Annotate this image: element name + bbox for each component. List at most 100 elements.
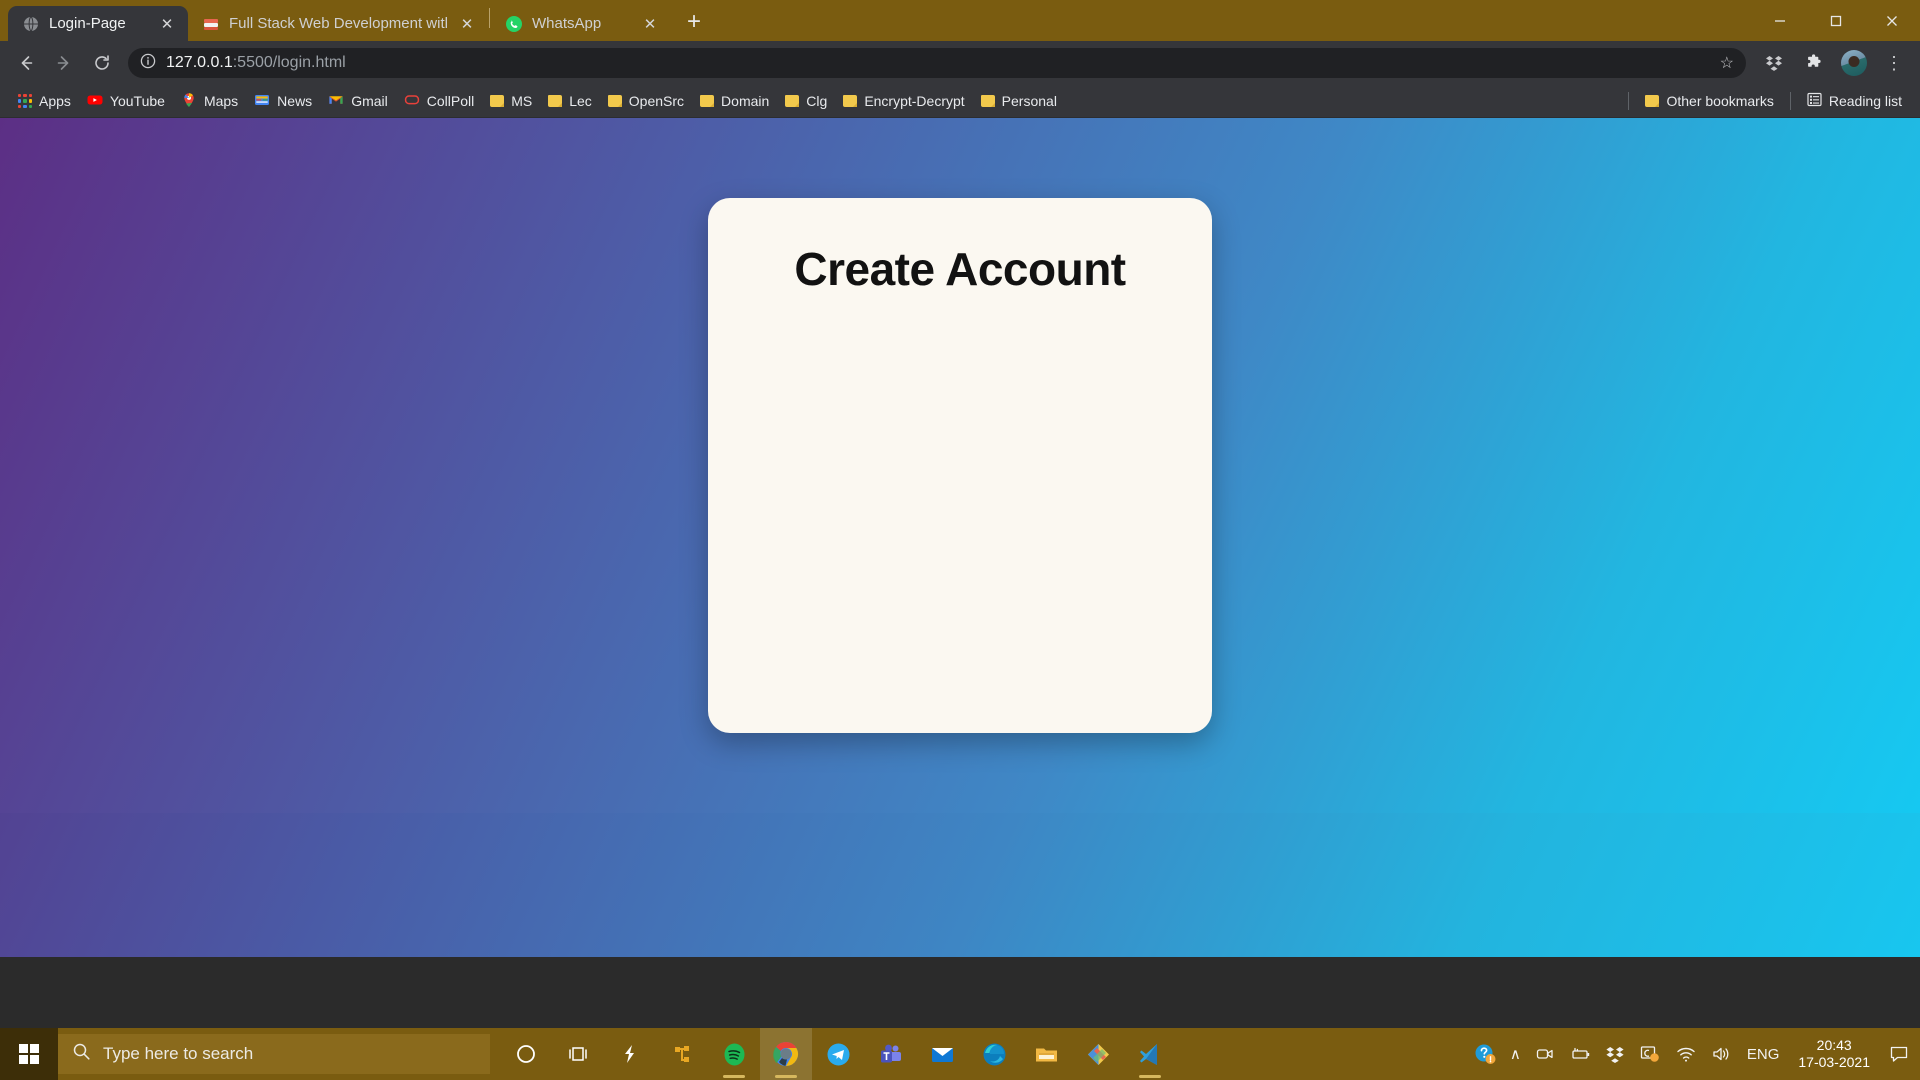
bookmark-label: News bbox=[277, 93, 313, 109]
news-icon bbox=[254, 92, 270, 111]
maximize-button[interactable] bbox=[1808, 0, 1864, 41]
help-circle-icon[interactable] bbox=[1467, 1028, 1503, 1080]
bookmark-folder-encrypt-decrypt[interactable]: Encrypt-Decrypt bbox=[835, 89, 972, 113]
bookmark-label: Other bookmarks bbox=[1666, 93, 1774, 109]
three-dot-menu-icon[interactable]: ⋮ bbox=[1876, 45, 1912, 81]
search-icon bbox=[72, 1042, 91, 1066]
bookmark-label: Domain bbox=[721, 93, 770, 109]
chevron-up-icon[interactable]: ∧ bbox=[1503, 1028, 1528, 1080]
page-body: Create Account bbox=[0, 118, 1920, 813]
chrome-icon[interactable] bbox=[760, 1028, 812, 1080]
tab-close-icon[interactable]: ✕ bbox=[156, 13, 178, 35]
tab-title: Login-Page bbox=[49, 15, 126, 32]
reading-list-button[interactable]: Reading list bbox=[1799, 88, 1910, 114]
clock-time: 20:43 bbox=[1816, 1037, 1852, 1053]
reload-button[interactable] bbox=[84, 45, 120, 81]
wifi-icon[interactable] bbox=[1668, 1028, 1704, 1080]
profile-avatar[interactable] bbox=[1836, 45, 1872, 81]
back-button[interactable] bbox=[8, 45, 44, 81]
info-circle-icon[interactable] bbox=[140, 53, 156, 74]
bookmark-label: YouTube bbox=[109, 93, 165, 109]
browser-window: Login-Page ✕ Full Stack Web Development … bbox=[0, 0, 1920, 1080]
address-bar-url: 127.0.0.1:5500/login.html bbox=[166, 54, 346, 72]
globe-icon bbox=[22, 15, 40, 33]
volume-icon[interactable] bbox=[1704, 1028, 1740, 1080]
apps-grid-icon bbox=[18, 94, 32, 108]
vscode-icon[interactable] bbox=[1124, 1028, 1176, 1080]
screen-snip-icon[interactable] bbox=[1632, 1028, 1668, 1080]
avatar bbox=[1841, 50, 1867, 76]
tab-close-icon[interactable]: ✕ bbox=[456, 13, 478, 35]
browser-toolbar: 127.0.0.1:5500/login.html ☆ ⋮ bbox=[0, 41, 1920, 85]
bookmark-label: Reading list bbox=[1828, 93, 1902, 109]
minimize-button[interactable] bbox=[1752, 0, 1808, 41]
maps-icon bbox=[181, 92, 197, 111]
tab-close-icon[interactable]: ✕ bbox=[639, 13, 661, 35]
file-explorer-icon[interactable] bbox=[1020, 1028, 1072, 1080]
lightning-icon[interactable] bbox=[604, 1028, 656, 1080]
tab-strip: Login-Page ✕ Full Stack Web Development … bbox=[0, 0, 1920, 41]
search-input[interactable]: Type here to search bbox=[58, 1034, 490, 1074]
folder-icon bbox=[548, 95, 563, 107]
other-bookmarks-button[interactable]: Other bookmarks bbox=[1637, 89, 1781, 113]
bookmark-folder-domain[interactable]: Domain bbox=[692, 89, 777, 113]
language-indicator[interactable]: ENG bbox=[1740, 1028, 1787, 1080]
address-bar[interactable]: 127.0.0.1:5500/login.html ☆ bbox=[128, 48, 1746, 78]
diamond-app-icon[interactable] bbox=[1072, 1028, 1124, 1080]
spotify-icon[interactable] bbox=[708, 1028, 760, 1080]
cortana-icon[interactable] bbox=[500, 1028, 552, 1080]
extensions-puzzle-icon[interactable] bbox=[1796, 45, 1832, 81]
browser-tab-whatsapp[interactable]: WhatsApp ✕ bbox=[491, 6, 671, 41]
bookmark-label: Maps bbox=[203, 93, 239, 109]
clock[interactable]: 20:43 17-03-2021 bbox=[1786, 1028, 1882, 1080]
forward-button[interactable] bbox=[46, 45, 82, 81]
new-tab-button[interactable]: + bbox=[677, 5, 711, 39]
dropbox-icon[interactable] bbox=[1756, 45, 1792, 81]
bookmark-folder-personal[interactable]: Personal bbox=[973, 89, 1065, 113]
folder-icon bbox=[607, 95, 622, 107]
bookmark-youtube[interactable]: YouTube bbox=[79, 88, 173, 115]
page-viewport: Create Account bbox=[0, 118, 1920, 957]
bookmark-label: MS bbox=[511, 93, 533, 109]
task-view-icon[interactable] bbox=[552, 1028, 604, 1080]
folder-icon bbox=[785, 95, 800, 107]
folder-icon bbox=[700, 95, 715, 107]
reading-list-icon bbox=[1807, 92, 1822, 110]
bookmark-folder-ms[interactable]: MS bbox=[482, 89, 540, 113]
windows-taskbar: Type here to search ∧ ENG 20:43 17-03-20… bbox=[0, 1028, 1920, 1080]
bookmark-folder-opensrc[interactable]: OpenSrc bbox=[600, 89, 692, 113]
telegram-icon[interactable] bbox=[812, 1028, 864, 1080]
url-path: :5500/login.html bbox=[232, 54, 346, 71]
taskbar-app-icons bbox=[500, 1028, 1176, 1080]
system-tray: ∧ ENG 20:43 17-03-2021 bbox=[1467, 1028, 1920, 1080]
notification-icon[interactable] bbox=[1882, 1028, 1916, 1080]
battery-icon[interactable] bbox=[1562, 1028, 1598, 1080]
bookmark-folder-clg[interactable]: Clg bbox=[777, 89, 835, 113]
camera-icon[interactable] bbox=[1528, 1028, 1562, 1080]
close-button[interactable] bbox=[1864, 0, 1920, 41]
edge-icon[interactable] bbox=[968, 1028, 1020, 1080]
bookmarks-bar: Apps YouTube Maps News Gmail CollPoll MS bbox=[0, 85, 1920, 118]
bookmark-collpoll[interactable]: CollPoll bbox=[396, 88, 482, 115]
dropbox-icon[interactable] bbox=[1598, 1028, 1632, 1080]
bookmark-folder-lec[interactable]: Lec bbox=[540, 89, 600, 113]
mail-icon[interactable] bbox=[916, 1028, 968, 1080]
bookmark-maps[interactable]: Maps bbox=[173, 88, 246, 115]
create-account-card: Create Account bbox=[708, 198, 1212, 733]
branch-icon[interactable] bbox=[656, 1028, 708, 1080]
bookmark-apps[interactable]: Apps bbox=[10, 89, 79, 113]
browser-tab-full-stack[interactable]: Full Stack Web Development with ✕ bbox=[188, 6, 488, 41]
bookmark-label: OpenSrc bbox=[628, 93, 685, 109]
bookmark-gmail[interactable]: Gmail bbox=[320, 88, 396, 115]
windows-logo-icon bbox=[19, 1044, 39, 1064]
window-controls bbox=[1752, 0, 1920, 41]
books-icon bbox=[202, 15, 220, 33]
browser-tab-login-page[interactable]: Login-Page ✕ bbox=[8, 6, 188, 41]
bookmark-label: Personal bbox=[1001, 93, 1057, 109]
folder-icon bbox=[1645, 95, 1660, 107]
tab-divider bbox=[489, 7, 490, 28]
teams-icon[interactable] bbox=[864, 1028, 916, 1080]
bookmark-news[interactable]: News bbox=[246, 88, 320, 115]
bookmark-star-icon[interactable]: ☆ bbox=[1720, 53, 1734, 73]
start-button[interactable] bbox=[0, 1028, 58, 1080]
